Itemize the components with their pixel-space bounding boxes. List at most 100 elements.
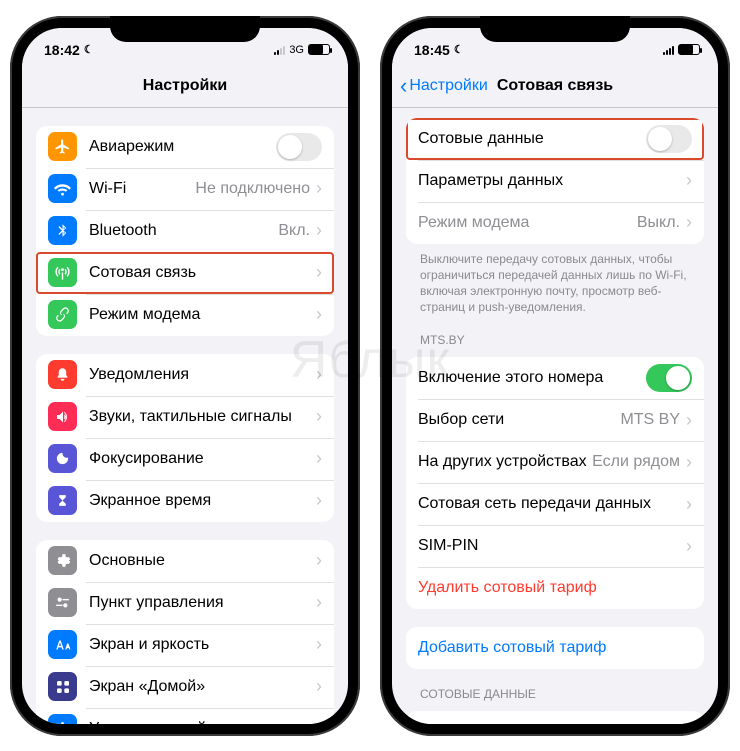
row-accessibility[interactable]: Универсальный доступ › (36, 708, 334, 724)
add-plan-label: Добавить сотовый тариф (418, 639, 692, 657)
row-focus[interactable]: Фокусирование › (36, 438, 334, 480)
network-label: Выбор сети (418, 411, 620, 429)
row-network-selection[interactable]: Выбор сети MTS BY › (406, 399, 704, 441)
network-value: MTS BY (620, 411, 680, 429)
chevron-icon: › (316, 718, 322, 724)
data-network-label: Сотовая сеть передачи данных (418, 495, 686, 513)
cellular-list[interactable]: Сотовые данные Параметры данных › Режим … (392, 108, 718, 724)
screen-left: 18:42 ☾ 3G Настройки Авиарежим (22, 28, 348, 724)
phone-right: 18:45 ☾ ‹ Настройки Сотовая связь Сотовы… (380, 16, 730, 736)
chevron-icon: › (316, 220, 322, 241)
row-notifications[interactable]: Уведомления › (36, 354, 334, 396)
hotspot-value: Выкл. (637, 214, 680, 232)
row-calls-other-devices[interactable]: На других устройствах Если рядом › (406, 441, 704, 483)
moon-icon (48, 444, 77, 473)
row-display[interactable]: Экран и яркость › (36, 624, 334, 666)
row-current-period[interactable]: Текущий период 13,6 ГБ (406, 711, 704, 723)
airplane-label: Авиарежим (89, 138, 276, 156)
chevron-icon: › (316, 406, 322, 427)
signal-icon (274, 45, 285, 55)
dnd-icon: ☾ (454, 43, 464, 56)
row-sounds[interactable]: Звуки, тактильные сигналы › (36, 396, 334, 438)
chevron-icon: › (686, 494, 692, 515)
hourglass-icon (48, 486, 77, 515)
back-label: Настройки (409, 77, 487, 95)
row-personal-hotspot[interactable]: Режим модема Выкл. › (406, 202, 704, 244)
hotspot-label: Режим модема (418, 214, 637, 232)
focus-label: Фокусирование (89, 450, 316, 468)
dnd-icon: ☾ (84, 43, 94, 56)
chevron-icon: › (686, 410, 692, 431)
row-add-plan[interactable]: Добавить сотовый тариф (406, 627, 704, 669)
signal-icon (663, 45, 674, 55)
notifications-label: Уведомления (89, 366, 316, 384)
home-indicator[interactable] (495, 726, 615, 730)
row-cellular[interactable]: Сотовая связь › (36, 252, 334, 294)
screen-right: 18:45 ☾ ‹ Настройки Сотовая связь Сотовы… (392, 28, 718, 724)
nav-bar: Настройки (22, 66, 348, 108)
page-title: Настройки (143, 77, 227, 95)
wifi-label: Wi-Fi (89, 180, 195, 198)
bluetooth-label: Bluetooth (89, 222, 278, 240)
row-screentime[interactable]: Экранное время › (36, 480, 334, 522)
sounds-label: Звуки, тактильные сигналы (89, 408, 316, 426)
home-label: Экран «Домой» (89, 678, 316, 696)
gear-icon (48, 546, 77, 575)
row-hotspot[interactable]: Режим модема › (36, 294, 334, 336)
row-remove-plan[interactable]: Удалить сотовый тариф (406, 567, 704, 609)
control-label: Пункт управления (89, 594, 316, 612)
chevron-icon: › (316, 448, 322, 469)
cellular-data-toggle[interactable] (646, 125, 692, 153)
grid-icon (48, 672, 77, 701)
row-sim-pin[interactable]: SIM-PIN › (406, 525, 704, 567)
wifi-icon (48, 174, 77, 203)
section-header-data-usage: СОТОВЫЕ ДАННЫЕ (420, 687, 690, 701)
chevron-icon: › (686, 212, 692, 233)
accessibility-icon (48, 714, 77, 724)
link-icon (48, 300, 77, 329)
enable-number-toggle[interactable] (646, 364, 692, 392)
status-time: 18:42 (44, 42, 80, 58)
row-data-options[interactable]: Параметры данных › (406, 160, 704, 202)
airplane-toggle[interactable] (276, 133, 322, 161)
row-wifi[interactable]: Wi-Fi Не подключено › (36, 168, 334, 210)
chevron-icon: › (316, 262, 322, 283)
status-time: 18:45 (414, 42, 450, 58)
chevron-icon: › (316, 364, 322, 385)
chevron-icon: › (686, 452, 692, 473)
row-cellular-data[interactable]: Сотовые данные (406, 118, 704, 160)
row-cellular-data-network[interactable]: Сотовая сеть передачи данных › (406, 483, 704, 525)
row-home-screen[interactable]: Экран «Домой» › (36, 666, 334, 708)
bluetooth-value: Вкл. (278, 222, 310, 240)
row-control-center[interactable]: Пункт управления › (36, 582, 334, 624)
chevron-icon: › (316, 304, 322, 325)
row-airplane[interactable]: Авиарежим (36, 126, 334, 168)
home-indicator[interactable] (125, 726, 245, 730)
chevron-left-icon: ‹ (400, 75, 407, 97)
nav-bar: ‹ Настройки Сотовая связь (392, 66, 718, 108)
bell-icon (48, 360, 77, 389)
other-devices-label: На других устройствах (418, 453, 592, 471)
enable-number-label: Включение этого номера (418, 369, 646, 387)
row-general[interactable]: Основные › (36, 540, 334, 582)
settings-list[interactable]: Авиарежим Wi-Fi Не подключено › (22, 108, 348, 724)
data-options-label: Параметры данных (418, 172, 686, 190)
page-title: Сотовая связь (497, 77, 613, 95)
bluetooth-icon (48, 216, 77, 245)
remove-plan-label: Удалить сотовый тариф (418, 579, 692, 597)
battery-icon (308, 44, 330, 55)
network-indicator: 3G (289, 44, 304, 56)
hotspot-label: Режим модема (89, 306, 316, 324)
back-button[interactable]: ‹ Настройки (400, 66, 488, 107)
display-label: Экран и яркость (89, 636, 316, 654)
chevron-icon: › (316, 178, 322, 199)
accessibility-label: Универсальный доступ (89, 720, 316, 724)
battery-icon (678, 44, 700, 55)
chevron-icon: › (686, 536, 692, 557)
other-devices-value: Если рядом (592, 453, 680, 471)
chevron-icon: › (316, 592, 322, 613)
section-header-carrier: MTS.BY (420, 333, 690, 347)
sliders-icon (48, 588, 77, 617)
row-turn-on-number[interactable]: Включение этого номера (406, 357, 704, 399)
row-bluetooth[interactable]: Bluetooth Вкл. › (36, 210, 334, 252)
